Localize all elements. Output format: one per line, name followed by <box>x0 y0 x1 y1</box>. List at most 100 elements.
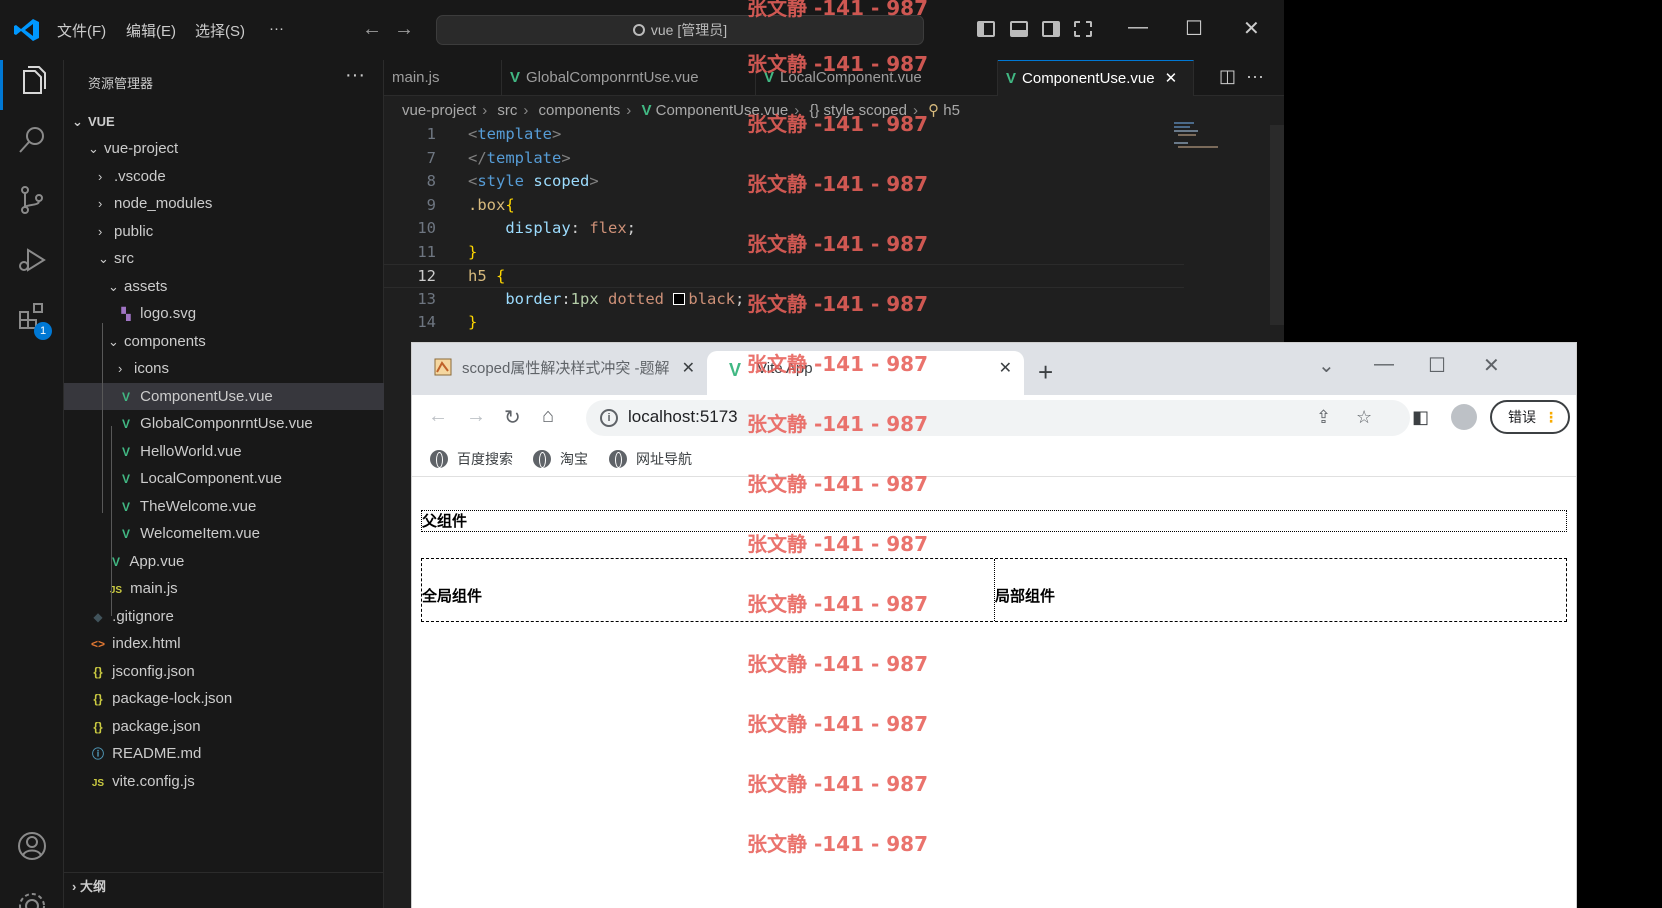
vscode-logo-icon <box>14 19 39 41</box>
page-content: 父组件 全局组件 局部组件 <box>412 478 1576 908</box>
tree-item[interactable]: ◆ .gitignore <box>64 603 384 630</box>
customize-layout-icon[interactable] <box>1074 21 1092 37</box>
tree-item[interactable]: V HelloWorld.vue <box>64 438 384 465</box>
menu-more[interactable]: ··· <box>269 20 284 37</box>
tree-item[interactable]: V GlobalComponrntUse.vue <box>64 410 384 437</box>
tree-item[interactable]: JS main.js <box>64 575 384 602</box>
tree-item[interactable]: {} jsconfig.json <box>64 658 384 685</box>
tree-item[interactable]: V ComponentUse.vue <box>64 382 384 410</box>
chevron-down-icon: ⌄ <box>72 114 83 129</box>
chevron-down-icon: ⌄ <box>88 141 99 156</box>
toggle-secondary-sidebar-icon[interactable] <box>1042 21 1060 37</box>
tab-search-chevron-icon[interactable]: ⌄ <box>1318 353 1335 378</box>
url-text[interactable]: localhost:5173 <box>628 407 738 427</box>
tree-item[interactable]: ⌄ assets <box>64 273 384 300</box>
close-tab-icon[interactable]: ✕ <box>682 351 695 387</box>
close-icon[interactable]: ✕ <box>1243 16 1260 41</box>
tab-component-use[interactable]: V ComponentUse.vue ✕ <box>998 60 1194 96</box>
forward-arrow-icon[interactable]: → <box>394 18 414 41</box>
tree-item[interactable]: JS vite.config.js <box>64 768 384 795</box>
tree-item[interactable]: {} package-lock.json <box>64 685 384 712</box>
tab-main-js[interactable]: main.js <box>384 60 502 96</box>
tree-item-label: node_modules <box>114 195 213 212</box>
tree-item-label: package-lock.json <box>112 690 233 707</box>
address-bar[interactable]: i localhost:5173 ⇪ ☆ <box>586 400 1410 436</box>
tree-item[interactable]: V LocalComponent.vue <box>64 465 384 492</box>
tree-item[interactable]: ▚ logo.svg <box>64 300 384 327</box>
bookmark-item[interactable]: 网址导航 <box>609 449 692 469</box>
back-arrow-icon[interactable]: ← <box>362 18 382 41</box>
tree-item[interactable]: V App.vue <box>64 548 384 575</box>
home-icon[interactable]: ⌂ <box>542 405 554 428</box>
tree-item[interactable]: › node_modules <box>64 190 384 217</box>
tree-item[interactable]: {} package.json <box>64 713 384 740</box>
maximize-icon[interactable]: ☐ <box>1428 353 1446 378</box>
watermark-text: 张文静 -141 - 987 <box>747 0 928 20</box>
tree-item[interactable]: V TheWelcome.vue <box>64 493 384 520</box>
more-actions-icon[interactable]: ··· <box>345 64 365 87</box>
reload-icon[interactable]: ↻ <box>504 405 521 430</box>
minimize-icon[interactable]: — <box>1128 16 1148 39</box>
menu-edit[interactable]: 编辑(E) <box>126 20 176 41</box>
editor-scrollbar[interactable] <box>1270 125 1284 325</box>
tab-global-component-use[interactable]: V GlobalComponrntUse.vue <box>502 60 756 96</box>
forward-arrow-icon[interactable]: → <box>466 405 486 428</box>
error-button[interactable]: 错误 ⋮ <box>1490 400 1570 434</box>
side-panel-icon[interactable]: ◧ <box>1412 407 1429 428</box>
new-tab-icon[interactable]: + <box>1038 357 1053 388</box>
tree-item[interactable]: › public <box>64 218 384 245</box>
minimize-icon[interactable]: — <box>1374 353 1394 376</box>
site-info-icon[interactable]: i <box>600 409 618 427</box>
tree-item[interactable]: ⌄ src <box>64 245 384 272</box>
kebab-menu-icon[interactable]: ⋮ <box>1544 402 1558 432</box>
menu-select[interactable]: 选择(S) <box>195 20 245 41</box>
bookmark-item[interactable]: 淘宝 <box>533 449 588 469</box>
run-debug-icon[interactable] <box>16 244 48 276</box>
watermark-text: 张文静 -141 - 987 <box>747 292 928 316</box>
breadcrumb-item[interactable]: h5 <box>943 102 960 119</box>
explorer-icon[interactable] <box>16 65 48 97</box>
menu-file[interactable]: 文件(F) <box>57 20 106 41</box>
tree-item[interactable]: V WelcomeItem.vue <box>64 520 384 547</box>
tree-item[interactable]: › icons <box>64 355 384 382</box>
share-icon[interactable]: ⇪ <box>1316 407 1331 428</box>
tree-item[interactable]: ⓘ README.md <box>64 740 384 767</box>
tree-item[interactable]: ⌄ components <box>64 328 384 355</box>
close-tab-icon[interactable]: ✕ <box>1165 70 1178 87</box>
search-icon[interactable] <box>16 124 48 156</box>
close-tab-icon[interactable]: ✕ <box>999 351 1012 387</box>
breadcrumb-item[interactable]: components <box>539 102 621 119</box>
toggle-panel-icon[interactable] <box>1010 21 1028 37</box>
globe-icon <box>533 450 551 468</box>
tree-item-label: index.html <box>112 635 181 652</box>
watermark-text: 张文静 -141 - 987 <box>747 352 928 376</box>
file-type-icon: ⓘ <box>91 747 104 761</box>
settings-gear-icon[interactable] <box>16 890 48 908</box>
tree-item[interactable]: <> index.html <box>64 630 384 657</box>
bookmark-label: 网址导航 <box>636 451 692 467</box>
vue-file-icon: V <box>641 102 652 119</box>
bookmark-item[interactable]: 百度搜索 <box>430 449 513 469</box>
watermark-text: 张文静 -141 - 987 <box>747 832 928 856</box>
minimap[interactable] <box>1174 122 1234 162</box>
workspace-root[interactable]: ⌄ VUE <box>64 108 384 135</box>
close-icon[interactable]: ✕ <box>1483 353 1500 378</box>
line-number: 12 <box>417 267 436 285</box>
account-icon[interactable] <box>16 830 48 862</box>
tree-item[interactable]: › .vscode <box>64 163 384 190</box>
outline-section[interactable]: › 大纲 <box>64 872 384 900</box>
back-arrow-icon[interactable]: ← <box>428 405 448 428</box>
source-control-icon[interactable] <box>16 184 48 216</box>
browser-tab-article[interactable]: scoped属性解决样式冲突 -题解 ✕ <box>412 351 707 395</box>
tree-item-label: jsconfig.json <box>112 662 195 680</box>
breadcrumb-item[interactable]: vue-project <box>402 102 476 119</box>
split-editor-icon[interactable]: ◫ ··· <box>1219 66 1264 87</box>
tree-item[interactable]: ⌄ vue-project <box>64 135 384 162</box>
maximize-icon[interactable]: ☐ <box>1185 16 1203 41</box>
tree-item-label: package.json <box>112 717 201 735</box>
watermark-text: 张文静 -141 - 987 <box>747 52 928 76</box>
breadcrumb-item[interactable]: src <box>497 102 517 119</box>
bookmark-star-icon[interactable]: ☆ <box>1356 407 1372 428</box>
profile-avatar[interactable] <box>1451 404 1477 430</box>
toggle-sidebar-icon[interactable] <box>977 21 995 37</box>
